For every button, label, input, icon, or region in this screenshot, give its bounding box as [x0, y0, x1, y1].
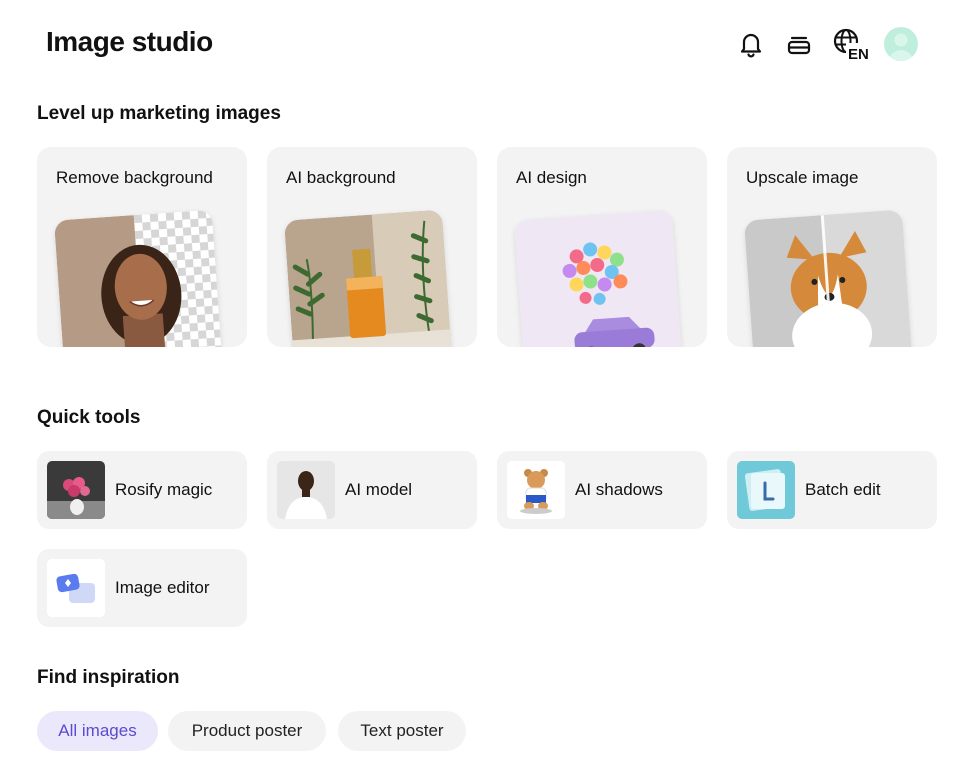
- tool-label: AI model: [345, 480, 413, 499]
- ai-background-image: [283, 209, 453, 347]
- ai-background-card[interactable]: AI background: [267, 147, 477, 347]
- chip-all-images[interactable]: All images: [37, 711, 158, 751]
- app-title: Image studio: [46, 26, 213, 57]
- ai-model-thumbnail: [277, 461, 335, 519]
- ai-shadows-tool[interactable]: AI shadows: [497, 451, 707, 529]
- card-label: AI background: [286, 168, 396, 187]
- image-editor-thumbnail: [47, 559, 105, 617]
- ai-shadows-thumbnail: [507, 461, 565, 519]
- avatar[interactable]: [884, 27, 918, 61]
- quick-tools-heading: Quick tools: [37, 407, 141, 428]
- globe-icon[interactable]: EN: [832, 26, 870, 62]
- chip-text-poster[interactable]: Text poster: [338, 711, 466, 751]
- language-badge: EN: [848, 46, 869, 61]
- chip-product-poster[interactable]: Product poster: [168, 711, 326, 751]
- ai-model-tool[interactable]: AI model: [267, 451, 477, 529]
- batch-edit-thumbnail: [737, 461, 795, 519]
- rosify-magic-tool[interactable]: Rosify magic: [37, 451, 247, 529]
- card-label: AI design: [516, 168, 587, 187]
- marketing-heading: Level up marketing images: [37, 103, 281, 124]
- header-actions: EN: [734, 26, 918, 62]
- tool-label: AI shadows: [575, 480, 663, 499]
- tool-label: Rosify magic: [115, 480, 213, 499]
- upscale-image-image: [743, 209, 913, 347]
- image-editor-tool[interactable]: Image editor: [37, 549, 247, 627]
- tool-label: Image editor: [115, 578, 210, 597]
- batch-edit-tool[interactable]: Batch edit: [727, 451, 937, 529]
- card-label: Remove background: [56, 168, 213, 187]
- card-label: Upscale image: [746, 168, 859, 187]
- bell-icon[interactable]: [734, 26, 768, 62]
- ai-design-image: [513, 209, 683, 347]
- inspiration-heading: Find inspiration: [37, 667, 180, 688]
- remove-background-card[interactable]: Remove background: [37, 147, 247, 347]
- upscale-image-card[interactable]: Upscale image: [727, 147, 937, 347]
- remove-background-image: [53, 209, 223, 347]
- rosify-magic-thumbnail: [47, 461, 105, 519]
- layers-icon[interactable]: [782, 26, 816, 62]
- tool-label: Batch edit: [805, 480, 881, 499]
- ai-design-card[interactable]: AI design: [497, 147, 707, 347]
